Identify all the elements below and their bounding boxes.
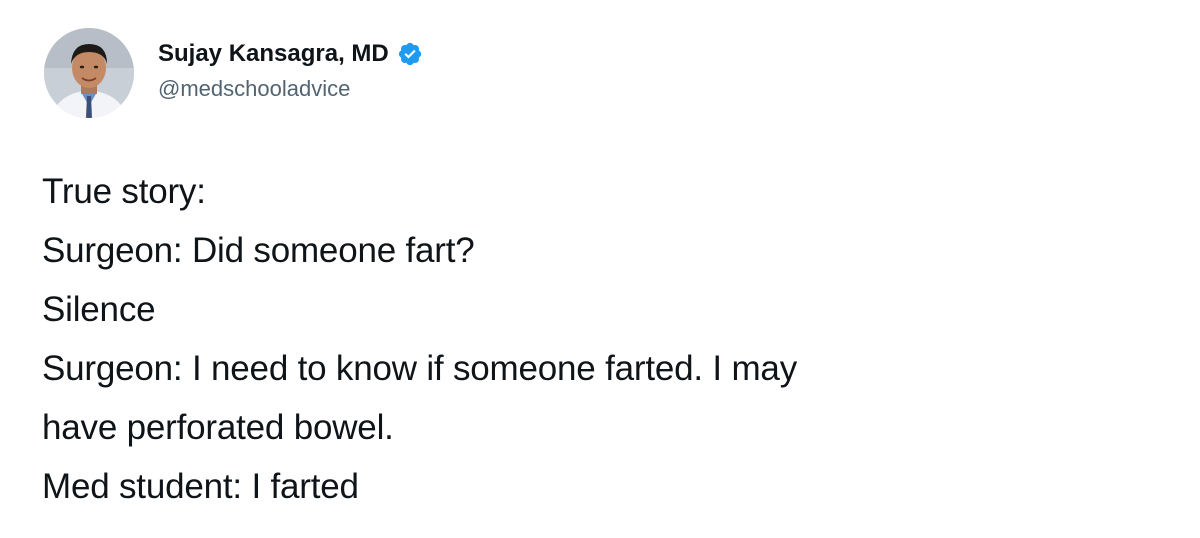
tweet-line: Surgeon: Did someone fart? [42,231,475,270]
name-row: Sujay Kansagra, MD [158,38,423,70]
author-names: Sujay Kansagra, MD @medschooladvice [158,28,423,102]
tweet-card: Sujay Kansagra, MD @medschooladvice True… [0,0,1200,538]
verified-badge-icon [397,41,423,67]
author-display-name[interactable]: Sujay Kansagra, MD [158,40,389,68]
author-handle[interactable]: @medschooladvice [158,76,423,102]
tweet-header: Sujay Kansagra, MD @medschooladvice [44,28,423,120]
tweet-line: Surgeon: I need to know if someone farte… [42,349,797,388]
avatar[interactable] [44,28,134,118]
tweet-text: True story: Surgeon: Did someone fart? S… [42,162,1162,516]
tweet-line: have perforated bowel. [42,408,394,447]
avatar-photo-icon [44,28,134,118]
tweet-line: Silence [42,290,156,329]
tweet-line: Med student: I farted [42,467,359,506]
tweet-line: True story: [42,172,206,211]
